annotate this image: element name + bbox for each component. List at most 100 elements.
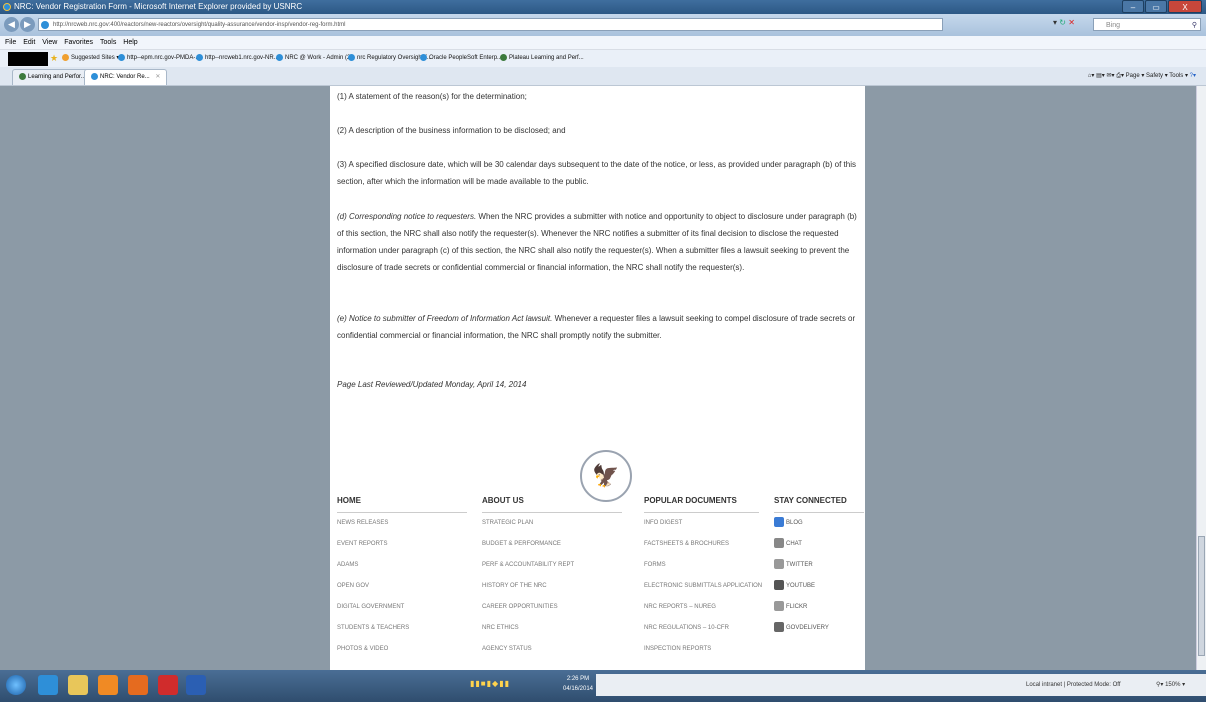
mail-icon[interactable]: ✉▾	[1106, 73, 1114, 79]
footer-link[interactable]: NRC REPORTS – NUREG	[644, 597, 759, 618]
ie-icon	[348, 53, 355, 61]
menu-help[interactable]: Help	[123, 39, 137, 46]
footer-popular-column: POPULAR DOCUMENTS INFO DIGEST FACTSHEETS…	[644, 496, 762, 660]
footer-link[interactable]: NEWS RELEASES	[337, 513, 467, 534]
home-icon[interactable]: ⌂▾	[1088, 73, 1095, 79]
url-field[interactable]: http://nrcweb.nrc.gov:400/reactors/new-r…	[38, 18, 943, 31]
system-clock[interactable]: 2:26 PM 04/16/2014	[560, 674, 596, 694]
back-button[interactable]: ◀	[4, 17, 19, 32]
media-player-icon[interactable]	[98, 675, 118, 695]
fav-item[interactable]: http--nrcweb1.nrc.gov-NR...	[196, 50, 279, 67]
url-text: http://nrcweb.nrc.gov:400/reactors/new-r…	[53, 22, 346, 28]
menu-tools[interactable]: Tools	[100, 39, 116, 46]
footer-link[interactable]: INSPECTION REPORTS	[644, 639, 759, 660]
fav-item[interactable]: Oracle PeopleSoft Enterp...	[420, 50, 502, 67]
tab-label: Learning and Perfor...	[28, 74, 86, 80]
menu-view[interactable]: View	[42, 39, 57, 46]
help-icon[interactable]: ?▾	[1190, 73, 1196, 79]
vertical-scrollbar[interactable]	[1196, 86, 1206, 670]
menu-bar: File Edit View Favorites Tools Help	[0, 36, 1206, 50]
fav-label: http--nrcweb1.nrc.gov-NR...	[205, 55, 279, 61]
social-label: YOUTUBE	[786, 583, 816, 589]
refresh-stop-controls[interactable]: ▾ ↻ ✕	[1053, 18, 1075, 27]
paragraph-d-body: When the NRC provides a submitter with n…	[337, 212, 857, 272]
print-icon[interactable]: ⎙▾	[1116, 73, 1124, 79]
footer-link[interactable]: OPEN GOV	[337, 576, 467, 597]
ie-taskbar-icon[interactable]	[38, 675, 58, 695]
system-tray-icons[interactable]: ▮▮■▮◆▮▮	[470, 679, 510, 688]
command-menus[interactable]: Page ▾ Safety ▾ Tools ▾	[1126, 73, 1188, 79]
start-button[interactable]	[6, 675, 26, 695]
maximize-button[interactable]: ▭	[1145, 0, 1167, 13]
blog-icon	[774, 517, 784, 528]
fav-item[interactable]: NRC @ Work - Admin (2)	[276, 50, 352, 67]
ie-icon	[91, 72, 98, 80]
tab-close-icon[interactable]: ✕	[155, 74, 160, 80]
footer-link[interactable]: PERF & ACCOUNTABILITY REPT	[482, 555, 622, 576]
window-titlebar: NRC: Vendor Registration Form - Microsof…	[0, 0, 1206, 14]
paragraph-3: (3) A specified disclosure date, which w…	[337, 160, 856, 186]
zoom-value: 150%	[1165, 682, 1181, 688]
footer-link[interactable]: ADAMS	[337, 555, 467, 576]
footer-link[interactable]: CAREER OPPORTUNITIES	[482, 597, 622, 618]
chat-link[interactable]: CHAT	[774, 534, 864, 555]
outlook-icon[interactable]	[128, 675, 148, 695]
forward-button[interactable]: ▶	[20, 17, 35, 32]
youtube-link[interactable]: YOUTUBE	[774, 576, 864, 597]
scrollbar-thumb[interactable]	[1198, 536, 1205, 656]
footer-link[interactable]: EVENT REPORTS	[337, 534, 467, 555]
blog-link[interactable]: BLOG	[774, 513, 864, 534]
taskbar: ▮▮■▮◆▮▮ 2:26 PM 04/16/2014 Local intrane…	[0, 670, 1206, 702]
menu-favorites[interactable]: Favorites	[64, 39, 93, 46]
twitter-icon	[774, 559, 784, 570]
footer-link[interactable]: NRC REGULATIONS – 10-CFR	[644, 618, 759, 639]
footer-link[interactable]: NRC ETHICS	[482, 618, 622, 639]
footer-link[interactable]: AGENCY STATUS	[482, 639, 622, 660]
menu-file[interactable]: File	[5, 39, 16, 46]
footer-link[interactable]: FACTSHEETS & BROCHURES	[644, 534, 759, 555]
footer-link[interactable]: STRATEGIC PLAN	[482, 513, 622, 534]
minimize-button[interactable]: –	[1122, 0, 1144, 13]
footer-social-heading: STAY CONNECTED	[774, 496, 864, 513]
command-bar[interactable]: ⌂▾ ▤▾ ✉▾ ⎙▾ Page ▾ Safety ▾ Tools ▾ ?▾	[1088, 70, 1196, 82]
tab-learning[interactable]: Learning and Perfor...	[12, 69, 93, 85]
tab-vendor-registration[interactable]: NRC: Vendor Re... ✕	[84, 69, 168, 85]
footer-popular-heading[interactable]: POPULAR DOCUMENTS	[644, 496, 759, 513]
footer-link[interactable]: ELECTRONIC SUBMITTALS APPLICATION	[644, 576, 762, 597]
paragraph-d: (d) Corresponding notice to requesters. …	[337, 208, 862, 276]
fav-label: NRC @ Work - Admin (2)	[285, 55, 353, 61]
footer-link[interactable]: HISTORY OF THE NRC	[482, 576, 622, 597]
twitter-link[interactable]: TWITTER	[774, 555, 864, 576]
footer-link[interactable]: INFO DIGEST	[644, 513, 759, 534]
fav-suggested-sites[interactable]: Suggested Sites ▾	[62, 50, 119, 67]
flickr-link[interactable]: FLICKR	[774, 597, 864, 618]
footer-link[interactable]: PHOTOS & VIDEO	[337, 639, 467, 660]
ie-icon	[276, 53, 283, 61]
acrobat-icon[interactable]	[158, 675, 178, 695]
footer-about-heading[interactable]: ABOUT US	[482, 496, 622, 513]
chat-icon	[774, 538, 784, 549]
footer-link[interactable]: FORMS	[644, 555, 759, 576]
fav-item[interactable]: http--epm.nrc.gov-PMDA-...	[118, 50, 200, 67]
footer-link[interactable]: BUDGET & PERFORMANCE	[482, 534, 622, 555]
govdelivery-link[interactable]: GOVDELIVERY	[774, 618, 864, 639]
menu-edit[interactable]: Edit	[23, 39, 35, 46]
feeds-icon[interactable]: ▤▾	[1096, 73, 1105, 79]
social-label: FLICKR	[786, 604, 808, 610]
explorer-folder-icon[interactable]	[68, 675, 88, 695]
close-button[interactable]: X	[1168, 0, 1202, 13]
zoom-level[interactable]: ⚲▾ 150% ▾	[1156, 674, 1185, 696]
favorites-star-icon[interactable]: ★	[50, 50, 58, 67]
security-zone[interactable]: Local intranet | Protected Mode: Off	[1026, 674, 1121, 696]
footer-link[interactable]: DIGITAL GOVERNMENT	[337, 597, 467, 618]
paragraph-e-title: (e) Notice to submitter of Freedom of In…	[337, 314, 553, 323]
fav-item[interactable]: Plateau Learning and Perf...	[500, 50, 584, 67]
address-bar: ◀ ▶ http://nrcweb.nrc.gov:400/reactors/n…	[0, 14, 1206, 36]
footer-home-heading[interactable]: HOME	[337, 496, 467, 513]
search-icon[interactable]: ⚲	[1192, 19, 1197, 32]
word-icon[interactable]	[186, 675, 206, 695]
last-reviewed: Page Last Reviewed/Updated Monday, April…	[337, 380, 527, 389]
search-input[interactable]: Bing ⚲	[1093, 18, 1201, 31]
footer-about-column: ABOUT US STRATEGIC PLAN BUDGET & PERFORM…	[482, 496, 622, 660]
footer-link[interactable]: STUDENTS & TEACHERS	[337, 618, 467, 639]
